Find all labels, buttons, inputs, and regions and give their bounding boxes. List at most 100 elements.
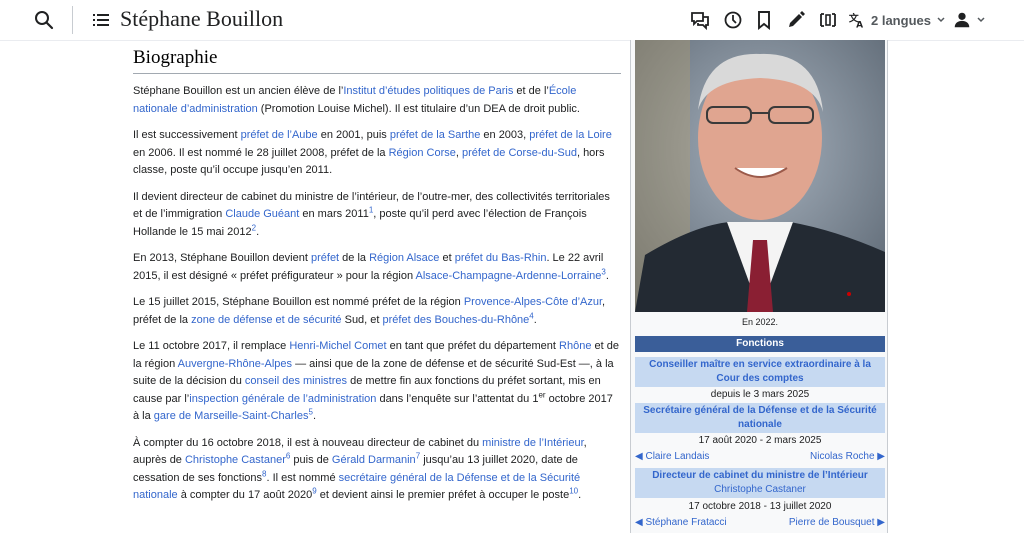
language-button[interactable]: 文A 2 langues (848, 9, 946, 31)
chevron-down-icon (936, 15, 946, 25)
page-title: Stéphane Bouillon (120, 6, 284, 31)
image-caption: En 2022. (741, 317, 779, 327)
watch-icon[interactable] (753, 9, 775, 31)
role-link[interactable]: Secrétaire général de la Défense et de l… (635, 403, 885, 433)
top-header: Stéphane Bouillon 文A 2 langues (0, 0, 1024, 41)
text-run: et devient ainsi le premier préfet à occ… (316, 489, 570, 501)
role-block: Directeur de cabinet du ministre de l’In… (635, 468, 885, 498)
text-run: (Promotion Louise Michel). Il est titula… (257, 102, 580, 115)
text-run: Il est successivement (133, 129, 241, 141)
edit-icon[interactable] (785, 9, 807, 31)
text-run: en 2006. Il est nommé le 28 juillet 2008… (133, 146, 389, 159)
width-icon[interactable] (817, 9, 839, 31)
text-run: Le 11 octobre 2017, il remplace (133, 340, 290, 352)
paragraph: Stéphane Bouillon est un ancien élève de… (133, 83, 621, 118)
text-run: et de l’ (513, 85, 549, 97)
paragraph: À compter du 16 octobre 2018, il est à n… (133, 435, 621, 505)
text-run: . Il est nommé (266, 471, 339, 484)
text-run: . (578, 489, 582, 501)
inline-link[interactable]: ministre de l’Intérieur (482, 437, 584, 449)
text-run: . (312, 410, 316, 422)
text-run: à compter du 17 août 2020 (177, 489, 313, 501)
paragraph: Il devient directeur de cabinet du minis… (133, 189, 621, 242)
successor-link[interactable]: Nicolas Roche ▶ (810, 450, 885, 463)
inline-link[interactable]: zone de défense et de sécurité (191, 314, 341, 326)
inline-link[interactable]: préfet des Bouches-du-Rhône (383, 314, 530, 326)
inline-link[interactable]: Alsace-Champagne-Ardenne-Lorraine (416, 270, 602, 282)
chevron-down-icon (976, 15, 986, 25)
header-divider (72, 6, 73, 34)
section-heading: Biographie (133, 46, 621, 74)
inline-link[interactable]: préfet de l’Aube (241, 129, 318, 141)
svg-text:A: A (856, 20, 863, 29)
text-run: . (605, 269, 609, 282)
role-link[interactable]: Directeur de cabinet du ministre de l’In… (637, 469, 883, 483)
history-icon[interactable] (722, 9, 744, 31)
triangle-right-icon: ▶ (877, 517, 885, 528)
inline-link[interactable]: préfet (311, 252, 339, 264)
inline-link[interactable]: conseil des ministres (245, 375, 347, 387)
role-dates: 17 août 2020 - 2 mars 2025 (698, 435, 822, 446)
inline-link[interactable]: Auvergne-Rhône-Alpes (178, 358, 292, 370)
reference-sup: 10 (569, 486, 578, 495)
text-run: Stéphane Bouillon est un ancien élève de… (133, 85, 344, 97)
inline-link[interactable]: Claude Guéant (225, 208, 299, 220)
paragraph-list: Stéphane Bouillon est un ancien élève de… (133, 83, 621, 505)
predecessor-link[interactable]: ◀ Stéphane Fratacci (635, 516, 727, 529)
paragraph: En 2013, Stéphane Bouillon devient préfe… (133, 250, 621, 285)
inline-link[interactable]: préfet de la Sarthe (390, 129, 481, 141)
inline-link[interactable]: Gérald Darmanin (332, 454, 416, 466)
text-run: puis de (290, 454, 332, 466)
article-body: Biographie Stéphane Bouillon est un anci… (133, 40, 621, 505)
text-run: dans l’enquête sur l’attentat du 1 (376, 392, 539, 405)
text-run: en mars 2011 (299, 208, 369, 220)
language-label: 2 langues (871, 12, 931, 28)
paragraph: Il est successivement préfet de l’Aube e… (133, 127, 621, 180)
text-run: de la (339, 252, 370, 264)
successor-link[interactable]: Pierre de Bousquet ▶ (789, 516, 885, 529)
portrait-image[interactable] (635, 40, 885, 312)
minister-link[interactable]: Christophe Castaner (637, 483, 883, 497)
inline-link[interactable]: Rhône (559, 340, 591, 352)
role-link[interactable]: Conseiller maître en service extraordina… (635, 357, 885, 387)
text-run: en 2003, (480, 129, 530, 141)
inline-link[interactable]: préfet du Bas-Rhin (455, 252, 547, 264)
text-run: en tant que préfet du département (386, 340, 560, 352)
user-menu-button[interactable] (952, 9, 986, 31)
triangle-left-icon: ◀ (635, 451, 643, 462)
talk-icon[interactable] (689, 9, 711, 31)
infobox: En 2022. Fonctions Conseiller maître en … (630, 40, 888, 533)
inline-link[interactable]: Christophe Castaner (185, 454, 286, 466)
inline-link[interactable]: Institut d’études politiques de Paris (343, 85, 513, 97)
paragraph: Le 15 juillet 2015, Stéphane Bouillon es… (133, 294, 621, 329)
inline-link[interactable]: Provence-Alpes-Côte d’Azur (464, 296, 602, 308)
text-run: en 2001, puis (317, 129, 390, 141)
role-dates: depuis le 3 mars 2025 (710, 389, 810, 400)
toc-icon[interactable] (90, 9, 112, 31)
predecessor-link[interactable]: ◀ Claire Landais (635, 450, 709, 463)
inline-link[interactable]: inspection générale de l’administration (189, 393, 376, 405)
inline-link[interactable]: gare de Marseille-Saint-Charles (154, 410, 309, 422)
paragraph: Le 11 octobre 2017, il remplace Henri-Mi… (133, 338, 621, 426)
triangle-left-icon: ◀ (635, 517, 643, 528)
text-run: Sud, et (341, 313, 383, 326)
reference-link[interactable]: 10 (569, 486, 578, 495)
text-run: En 2013, Stéphane Bouillon devient (133, 252, 311, 264)
role-dates: 17 octobre 2018 - 13 juillet 2020 (688, 501, 832, 512)
inline-link[interactable]: Région Corse (389, 147, 456, 159)
text-run: Le 15 juillet 2015, Stéphane Bouillon es… (133, 296, 464, 308)
functions-header: Fonctions (635, 336, 885, 352)
inline-link[interactable]: préfet de la Loire (529, 129, 612, 141)
translate-icon: 文A (848, 11, 866, 29)
text-run: . (256, 225, 260, 238)
inline-link[interactable]: préfet de Corse-du-Sud (462, 147, 577, 159)
inline-link[interactable]: Région Alsace (369, 252, 439, 264)
user-icon (952, 10, 972, 30)
text-run: . (533, 313, 537, 326)
ordinal-suffix: er (538, 389, 546, 399)
triangle-right-icon: ▶ (877, 451, 885, 462)
text-run: À compter du 16 octobre 2018, il est à n… (133, 436, 483, 449)
text-run: et (439, 252, 455, 264)
search-icon[interactable] (33, 9, 55, 31)
inline-link[interactable]: Henri-Michel Comet (289, 340, 386, 352)
